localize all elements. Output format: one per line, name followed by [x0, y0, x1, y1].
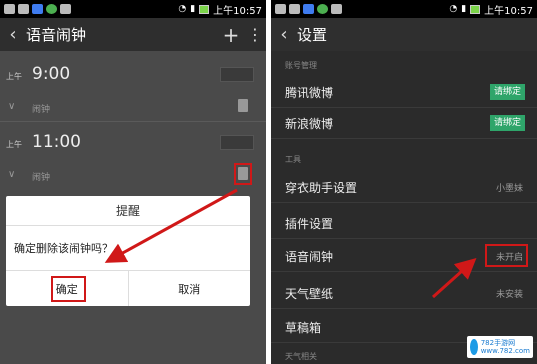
dialog-message: 确定删除该闹钟吗？	[14, 242, 113, 255]
watermark-line: 782手游网	[480, 339, 516, 347]
status-right: ◔ ▮ 上午10:57	[449, 2, 533, 17]
app-icon	[303, 4, 314, 14]
highlight-box	[485, 244, 528, 267]
app-icon	[32, 4, 43, 14]
notification-icons	[4, 4, 71, 14]
left-phone-screen: ◔ ▮ 上午10:57 ‹ 语音闹钟 + ⋮ 上午 9:00 ∨ 闹钟 上午 1…	[0, 0, 266, 364]
setting-label: 语音闹钟	[285, 250, 334, 264]
signal-icon: ▮	[461, 4, 467, 14]
status-time: 上午10:57	[213, 5, 262, 17]
status-right: ◔ ▮ 上午10:57	[178, 2, 262, 17]
setting-value: 未安装	[495, 290, 523, 300]
setting-row-tencent[interactable]: 腾讯微博 请绑定	[271, 77, 537, 108]
section-header: 天气相关	[285, 352, 317, 361]
wifi-icon: ◔	[178, 4, 187, 14]
battery-icon	[199, 4, 210, 14]
cancel-button[interactable]: 取消	[127, 271, 251, 306]
chevron-down-icon[interactable]: ∨	[8, 101, 15, 112]
watermark-text: 782手游网 www.782.com	[481, 339, 530, 355]
site-logo-icon	[470, 339, 478, 355]
alarm-item[interactable]: 上午 11:00 ∨ 闹钟	[0, 127, 266, 187]
divider	[0, 121, 266, 122]
setting-row-dress[interactable]: 穿衣助手设置 小墨妹	[271, 172, 537, 203]
setting-row-sina[interactable]: 新浪微博 请绑定	[271, 108, 537, 139]
alarm-time: 11:00	[32, 132, 81, 152]
message-icon	[4, 4, 15, 14]
highlight-box	[234, 163, 252, 185]
alarm-time: 9:00	[32, 64, 71, 84]
settings-list: 账号管理 腾讯微博 请绑定 新浪微博 请绑定 工具 穿衣助手设置 小墨妹 插件设…	[271, 51, 537, 364]
notification-icons	[275, 4, 342, 14]
setting-value: 小墨妹	[495, 184, 523, 194]
status-time: 上午10:57	[484, 5, 533, 17]
app-icon	[60, 4, 71, 14]
alarm-toggle[interactable]	[220, 135, 254, 150]
alarm-ampm: 上午	[6, 140, 22, 149]
setting-label: 插件设置	[285, 217, 334, 231]
weather-icon	[289, 4, 300, 14]
app-icon	[46, 4, 57, 14]
setting-row-plugin[interactable]: 插件设置	[271, 208, 537, 239]
add-alarm-button[interactable]: +	[218, 23, 244, 47]
status-bar: ◔ ▮ 上午10:57	[0, 0, 266, 18]
watermark: 782手游网 www.782.com	[467, 336, 533, 358]
bind-button[interactable]: 请绑定	[489, 115, 525, 131]
alarm-ampm: 上午	[6, 72, 22, 81]
back-button[interactable]: ‹	[271, 24, 297, 45]
right-phone-screen: ◔ ▮ 上午10:57 ‹ 设置 账号管理 腾讯微博 请绑定 新浪微博 请绑定 …	[271, 0, 537, 364]
setting-label: 新浪微博	[285, 117, 334, 131]
wifi-icon: ◔	[449, 4, 458, 14]
app-icon	[317, 4, 328, 14]
setting-label: 草稿箱	[285, 321, 322, 335]
dialog-buttons: 确定 取消	[6, 270, 250, 306]
dialog-title: 提醒	[6, 196, 250, 226]
more-menu-button[interactable]: ⋮	[244, 25, 266, 44]
watermark-line: www.782.com	[480, 347, 530, 355]
setting-label: 穿衣助手设置	[285, 181, 358, 195]
back-button[interactable]: ‹	[0, 24, 26, 45]
page-title: 设置	[297, 26, 328, 44]
weather-icon	[18, 4, 29, 14]
signal-icon: ▮	[190, 4, 196, 14]
page-title: 语音闹钟	[26, 26, 87, 44]
chevron-down-icon[interactable]: ∨	[8, 169, 15, 180]
battery-icon	[470, 4, 481, 14]
app-header: ‹ 设置	[271, 18, 537, 51]
bind-button[interactable]: 请绑定	[489, 84, 525, 100]
screenshot-pair: ◔ ▮ 上午10:57 ‹ 语音闹钟 + ⋮ 上午 9:00 ∨ 闹钟 上午 1…	[0, 0, 537, 364]
alarm-label: 闹钟	[32, 173, 51, 183]
alarm-label: 闹钟	[32, 105, 51, 115]
setting-row-wallpaper[interactable]: 天气壁纸 未安装	[271, 278, 537, 309]
setting-label: 腾讯微博	[285, 86, 334, 100]
status-bar: ◔ ▮ 上午10:57	[271, 0, 537, 18]
app-header: ‹ 语音闹钟 + ⋮	[0, 18, 266, 51]
section-header: 账号管理	[285, 61, 317, 70]
message-icon	[275, 4, 286, 14]
highlight-box	[51, 276, 86, 302]
setting-label: 天气壁纸	[285, 287, 334, 301]
delete-confirm-dialog: 提醒 确定删除该闹钟吗？ 确定 取消	[6, 196, 250, 306]
section-header: 工具	[285, 155, 301, 164]
setting-row-voice-alarm[interactable]: 语音闹钟 未开启	[271, 241, 537, 272]
trash-icon[interactable]	[238, 99, 248, 112]
alarm-toggle[interactable]	[220, 67, 254, 82]
alarm-item[interactable]: 上午 9:00 ∨ 闹钟	[0, 59, 266, 119]
app-icon	[331, 4, 342, 14]
